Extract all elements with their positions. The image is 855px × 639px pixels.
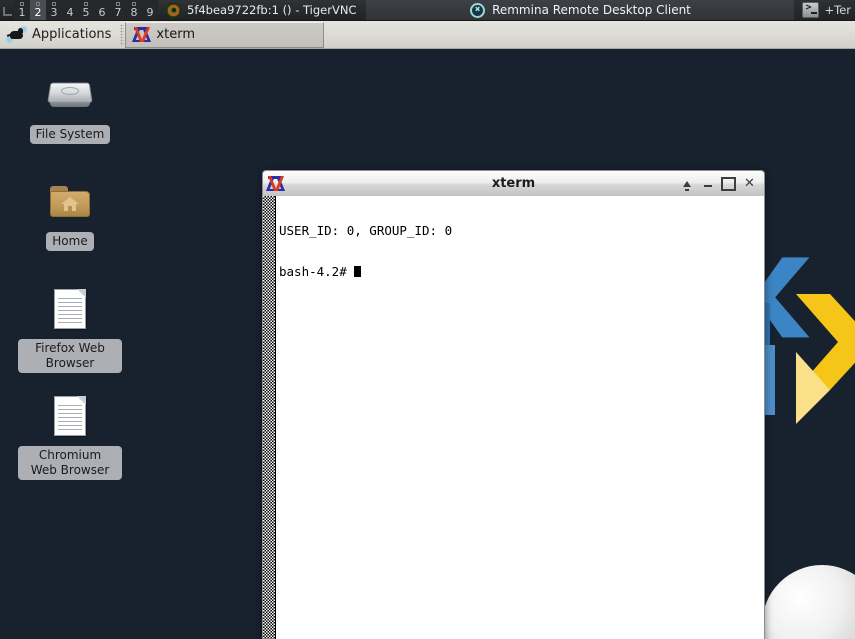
workspace-label: 2 — [34, 5, 42, 19]
xterm-scrollbar[interactable] — [263, 196, 276, 639]
tasklist-item-label: xterm — [156, 27, 195, 42]
workspace-label: 8 — [130, 5, 138, 19]
workspace-marker-icon — [132, 1, 136, 6]
xfce-top-panel: Applications xterm — [0, 21, 855, 49]
desktop-icon-home[interactable]: Home — [15, 178, 125, 251]
xterm-window[interactable]: xterm USER_ID: 0, GROUP_ID: 0 bash-4.2# — [262, 170, 765, 639]
tasklist-empty-area — [324, 22, 855, 48]
desktop-icon-firefox[interactable]: Firefox Web Browser — [15, 285, 125, 373]
terminal-prompt-line: bash-4.2# — [279, 263, 764, 279]
workspace-pager[interactable]: 1 2 3 4 5 6 7 8 9 — [14, 0, 158, 20]
remmina-app-title-label: Remmina Remote Desktop Client — [492, 3, 691, 17]
workspace-button-7[interactable]: 7 — [110, 0, 126, 20]
wallpaper-sphere-icon — [762, 565, 855, 639]
wallpaper-chevron-yellow-icon — [796, 294, 855, 424]
panel-separator — [120, 23, 125, 46]
desktop-icon-label: Firefox Web Browser — [18, 339, 122, 373]
xterm-body: USER_ID: 0, GROUP_ID: 0 bash-4.2# — [262, 196, 765, 639]
applications-menu-button[interactable]: Applications — [0, 22, 119, 48]
workspace-label: 6 — [98, 5, 106, 19]
desktop-icon-label: File System — [29, 125, 111, 144]
terminal-cursor — [354, 265, 362, 277]
workspace-button-2[interactable]: 2 — [30, 0, 46, 20]
workspace-label: 7 — [114, 5, 122, 19]
document-icon — [46, 285, 94, 333]
x-logo-icon — [132, 27, 152, 42]
home-folder-icon — [46, 178, 94, 226]
window-menu-icon[interactable] — [0, 0, 14, 20]
workspace-label: 1 — [18, 5, 26, 19]
remmina-titlebar: 1 2 3 4 5 6 7 8 9 5f4bea9722fb:1 () - Ti… — [0, 0, 855, 21]
desktop-icon-label: Home — [46, 232, 94, 251]
shade-button[interactable] — [677, 174, 696, 193]
applications-menu-label: Applications — [32, 27, 112, 42]
terminal-screen[interactable]: USER_ID: 0, GROUP_ID: 0 bash-4.2# — [276, 196, 764, 639]
workspace-marker-icon — [20, 1, 24, 6]
eye-icon — [166, 2, 181, 18]
remmina-icon — [470, 2, 486, 18]
workspace-label: 4 — [66, 5, 74, 19]
workspace-marker-icon — [52, 1, 56, 6]
screen-root: 1 2 3 4 5 6 7 8 9 5f4bea9722fb:1 () - Ti… — [0, 0, 855, 639]
workspace-label: 3 — [50, 5, 58, 19]
desktop-icon-file-system[interactable]: File System — [15, 71, 125, 144]
window-controls — [677, 174, 764, 193]
xterm-titlebar[interactable]: xterm — [262, 170, 765, 196]
maximize-button[interactable] — [719, 174, 738, 193]
harddrive-icon — [46, 71, 94, 119]
x-logo-icon — [265, 176, 286, 191]
workspace-button-3[interactable]: 3 — [46, 0, 62, 20]
workspace-button-6[interactable]: 6 — [94, 0, 110, 20]
document-icon — [46, 392, 94, 440]
remmina-app-title: Remmina Remote Desktop Client — [366, 0, 795, 20]
workspace-label: 9 — [146, 5, 154, 19]
terminal-taskbar-label: +Ter — [824, 3, 851, 17]
workspace-button-8[interactable]: 8 — [126, 0, 142, 20]
workspace-marker-icon — [36, 1, 40, 6]
workspace-button-1[interactable]: 1 — [14, 0, 30, 20]
terminal-icon — [802, 2, 820, 18]
terminal-line: USER_ID: 0, GROUP_ID: 0 — [279, 223, 453, 238]
terminal-taskbar-item[interactable]: +Ter — [794, 0, 855, 20]
xfce-mouse-icon — [5, 24, 28, 44]
window-tasklist: xterm — [125, 21, 855, 49]
minimize-button[interactable] — [698, 174, 717, 193]
workspace-label: 5 — [82, 5, 90, 19]
workspace-marker-icon — [84, 1, 88, 6]
terminal-prompt: bash-4.2# — [279, 263, 355, 279]
vnc-connection-tab[interactable]: 5f4bea9722fb:1 () - TigerVNC — [158, 0, 367, 20]
close-button[interactable] — [740, 174, 759, 193]
desktop-icon-label: Chromium Web Browser — [18, 446, 122, 480]
workspace-button-9[interactable]: 9 — [142, 0, 158, 20]
desktop-icon-chromium[interactable]: Chromium Web Browser — [15, 392, 125, 480]
tasklist-item-xterm[interactable]: xterm — [125, 21, 325, 48]
vnc-connection-label: 5f4bea9722fb:1 () - TigerVNC — [187, 3, 357, 17]
workspace-marker-icon — [116, 1, 120, 6]
workspace-button-4[interactable]: 4 — [62, 0, 78, 20]
workspace-button-5[interactable]: 5 — [78, 0, 94, 20]
